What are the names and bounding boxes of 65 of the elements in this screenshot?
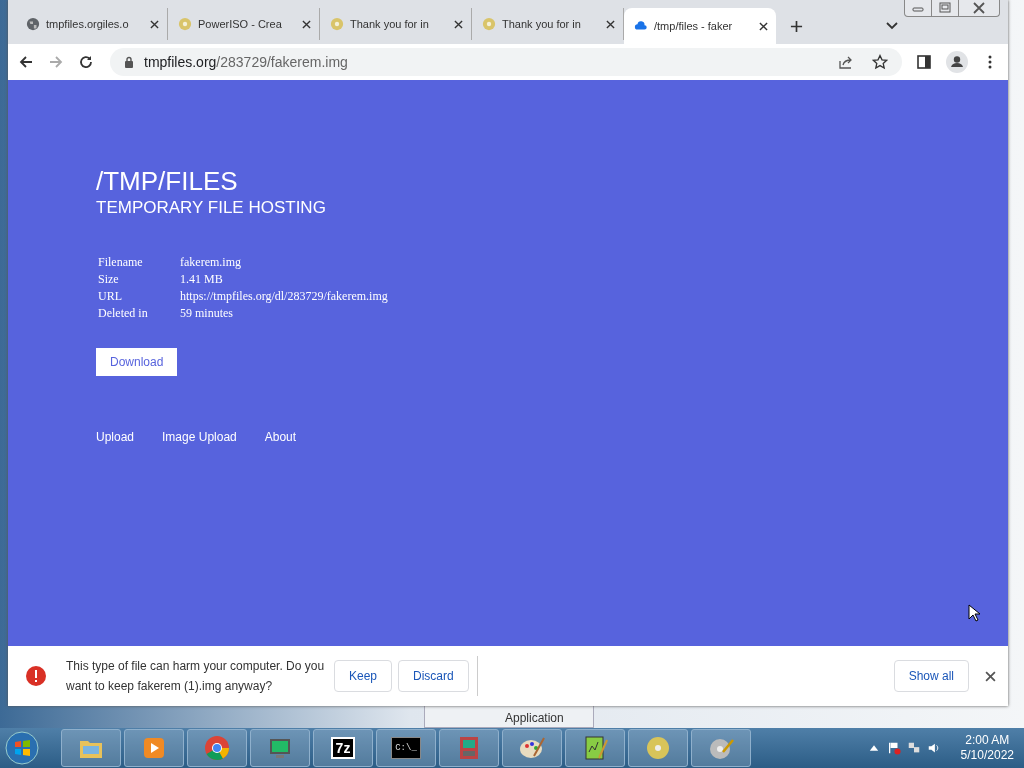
terminal-app-icon: C:\_ bbox=[391, 737, 421, 759]
clock[interactable]: 2:00 AM 5/10/2022 bbox=[960, 733, 1014, 763]
taskbar-button[interactable] bbox=[250, 729, 310, 767]
nav-link[interactable]: Image Upload bbox=[162, 430, 237, 444]
browser-tab[interactable]: Thank you for in bbox=[320, 8, 472, 40]
browser-tab[interactable]: /tmp/files - faker bbox=[624, 8, 776, 44]
taskbar-button[interactable] bbox=[439, 729, 499, 767]
network-icon[interactable] bbox=[906, 741, 921, 755]
download-action-button[interactable]: Discard bbox=[398, 660, 469, 692]
detail-value: 59 minutes bbox=[180, 305, 234, 322]
close-icon[interactable] bbox=[454, 19, 463, 29]
disc-icon bbox=[482, 17, 496, 31]
detail-label: URL bbox=[98, 288, 123, 305]
star-icon[interactable] bbox=[872, 54, 888, 70]
detail-value: 1.41 MB bbox=[180, 271, 224, 288]
taskbar-button[interactable] bbox=[565, 729, 625, 767]
close-icon[interactable] bbox=[302, 19, 311, 29]
taskbar-button[interactable] bbox=[628, 729, 688, 767]
flag-icon[interactable] bbox=[886, 741, 901, 755]
warning-message: This type of file can harm your computer. Do you want to keep fakerem (1).img anyway? bbox=[66, 658, 326, 695]
reload-icon[interactable] bbox=[78, 54, 94, 70]
disc-icon bbox=[330, 17, 344, 31]
close-icon[interactable] bbox=[759, 21, 768, 31]
share-icon[interactable] bbox=[838, 54, 854, 70]
taskbar-button[interactable]: C:\_ bbox=[376, 729, 436, 767]
download-action-button[interactable]: Keep bbox=[334, 660, 393, 692]
nav-link[interactable]: Upload bbox=[96, 430, 135, 444]
show-all-button[interactable]: Show all bbox=[893, 660, 969, 692]
taskbar-button[interactable]: 7z bbox=[313, 729, 373, 767]
back-icon[interactable] bbox=[18, 54, 34, 70]
disc-icon bbox=[644, 734, 672, 762]
new-tab-icon[interactable] bbox=[790, 20, 803, 33]
time-text: 2:00 AM bbox=[965, 733, 1010, 748]
site-title: /TMP/FILES bbox=[96, 166, 239, 196]
mouse-cursor-icon bbox=[968, 604, 980, 622]
detail-label: Deleted in bbox=[98, 305, 149, 322]
archive-app-icon: 7z bbox=[330, 737, 356, 759]
side-panel-icon[interactable] bbox=[916, 54, 932, 70]
window-label: Application bbox=[505, 711, 564, 727]
taskbar-button[interactable] bbox=[61, 729, 121, 767]
speaker-icon[interactable] bbox=[926, 741, 941, 755]
detail-label: Filename bbox=[98, 254, 144, 271]
detail-value: https://tmpfiles.org/dl/283729/fakerem.img bbox=[180, 288, 388, 305]
disc-icon bbox=[178, 17, 192, 31]
browser-tab[interactable]: tmpfiles.orgiles.o bbox=[16, 8, 168, 40]
warning-icon bbox=[26, 666, 46, 686]
taskbar-button[interactable] bbox=[502, 729, 562, 767]
detail-label: Size bbox=[98, 271, 120, 288]
start-button[interactable] bbox=[4, 730, 40, 766]
nav-link[interactable]: About bbox=[264, 430, 297, 444]
address-bar[interactable]: tmpfiles.org/283729/fakerem.img bbox=[110, 48, 902, 76]
browser-icon bbox=[203, 734, 231, 762]
download-button[interactable]: Download bbox=[96, 348, 178, 376]
site-subtitle: TEMPORARY FILE HOSTING bbox=[96, 198, 327, 218]
close-icon[interactable] bbox=[606, 19, 615, 29]
detail-value: fakerem.img bbox=[180, 254, 242, 271]
browser-tab[interactable]: PowerISO - Crea bbox=[168, 8, 320, 40]
lock-icon bbox=[124, 56, 134, 68]
date-text: 5/10/2022 bbox=[960, 748, 1014, 763]
cloud-icon bbox=[634, 19, 648, 33]
close-icon[interactable] bbox=[150, 19, 159, 29]
globe-icon bbox=[26, 17, 40, 31]
profile-icon[interactable] bbox=[946, 51, 968, 73]
chevron-icon[interactable] bbox=[886, 22, 898, 30]
close-icon[interactable] bbox=[985, 670, 996, 682]
